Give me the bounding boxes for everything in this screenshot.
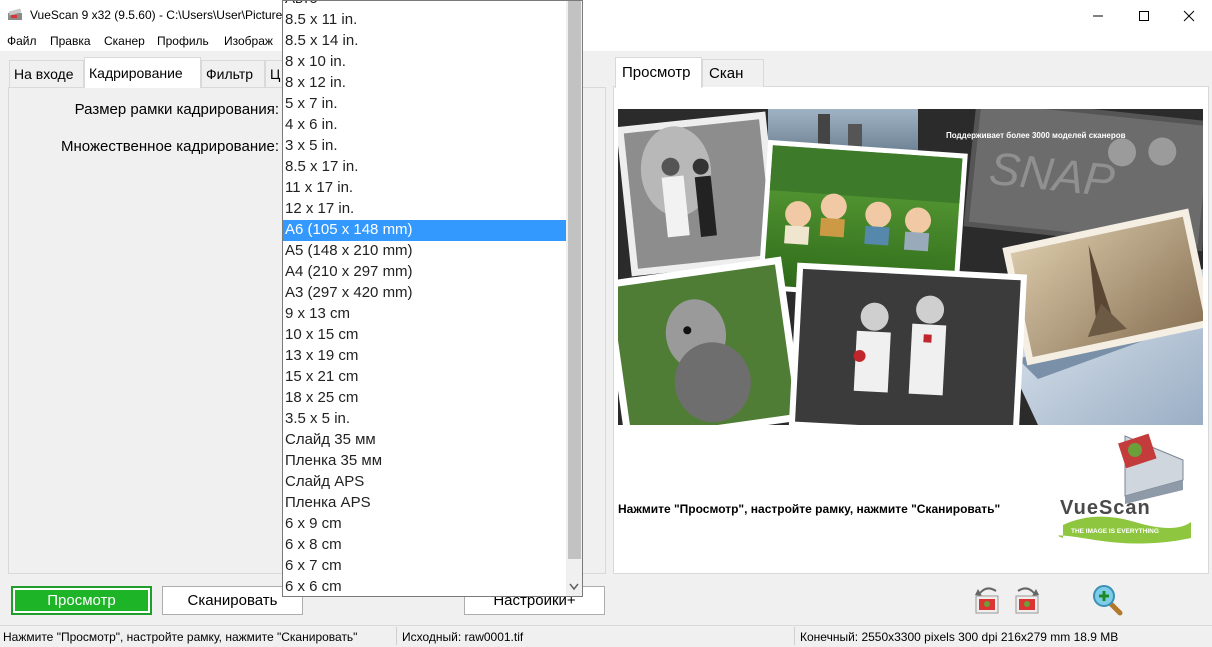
rotate-left-button[interactable] (972, 583, 1002, 615)
vuescan-logo-graphic: VueScan THE IMAGE IS EVERYTHING (1058, 433, 1191, 544)
tab-scan[interactable]: Скан (702, 59, 764, 87)
dropdown-option[interactable]: 8.5 x 11 in. (283, 10, 566, 31)
dropdown-option[interactable]: Пленка 35 мм (283, 451, 566, 472)
logo-wordmark: VueScan (1060, 497, 1151, 519)
scrollbar-thumb[interactable] (568, 1, 581, 559)
menu-profile[interactable]: Профиль (157, 34, 209, 48)
dropdown-option[interactable]: Пленка APS (283, 493, 566, 514)
vuescan-logo: VueScan THE IMAGE IS EVERYTHING (1055, 430, 1195, 548)
close-icon (1183, 10, 1195, 21)
dropdown-option[interactable]: 6 x 6 cm (283, 577, 566, 596)
dropdown-option[interactable]: A5 (148 x 210 mm) (283, 241, 566, 262)
close-button[interactable] (1166, 0, 1212, 31)
rotate-right-icon (1015, 587, 1039, 614)
dropdown-option[interactable]: A4 (210 x 297 mm) (283, 262, 566, 283)
dropdown-option[interactable]: 8 x 10 in. (283, 52, 566, 73)
dropdown-option[interactable]: 4 x 6 in. (283, 115, 566, 136)
scanner-support-banner: Поддерживает более 3000 моделей сканеров (946, 131, 1126, 140)
chevron-down-icon (569, 583, 579, 591)
dropdown-option[interactable]: 8.5 x 17 in. (283, 157, 566, 178)
scroll-down-arrow[interactable] (569, 579, 579, 594)
tab-crop[interactable]: Кадрирование (84, 57, 201, 88)
dropdown-option[interactable]: A3 (297 x 420 mm) (283, 283, 566, 304)
status-output-info: Конечный: 2550x3300 pixels 300 dpi 216x2… (800, 630, 1119, 644)
dropdown-option[interactable]: 3 x 5 in. (283, 136, 566, 157)
status-separator (794, 627, 795, 645)
dropdown-option[interactable]: 5 x 7 in. (283, 94, 566, 115)
crop-size-dropdown-list[interactable]: Авто 8.5 x 11 in. 8.5 x 14 in. 8 x 10 in… (282, 0, 583, 597)
dropdown-option[interactable]: 8.5 x 14 in. (283, 31, 566, 52)
zoom-in-button[interactable] (1090, 583, 1124, 617)
preview-button-label: Просмотр (15, 590, 148, 611)
dropdown-option[interactable]: Слайд APS (283, 472, 566, 493)
tab-filter[interactable]: Фильтр (201, 60, 265, 87)
menu-scanner[interactable]: Сканер (104, 34, 145, 48)
dropdown-option[interactable]: 6 x 9 cm (283, 514, 566, 535)
dropdown-option-selected[interactable]: A6 (105 x 148 mm) (283, 220, 566, 241)
dropdown-scrollbar[interactable] (566, 1, 582, 596)
dropdown-option[interactable]: 3.5 x 5 in. (283, 409, 566, 430)
dropdown-option[interactable]: 18 x 25 cm (283, 388, 566, 409)
status-source-file: Исходный: raw0001.tif (402, 630, 524, 644)
status-separator (396, 627, 397, 645)
dropdown-option[interactable]: 12 x 17 in. (283, 199, 566, 220)
minimize-icon (1093, 15, 1103, 16)
menu-edit[interactable]: Правка (50, 34, 91, 48)
rotate-right-button[interactable] (1012, 583, 1042, 615)
status-hint: Нажмите "Просмотр", настройте рамку, наж… (3, 630, 358, 644)
dropdown-option[interactable]: Слайд 35 мм (283, 430, 566, 451)
rotate-left-icon (975, 587, 999, 614)
dropdown-option[interactable]: 6 x 7 cm (283, 556, 566, 577)
zoom-in-icon (1093, 585, 1123, 616)
menu-image[interactable]: Изображ (224, 34, 273, 48)
logo-tagline: THE IMAGE IS EVERYTHING (1071, 528, 1159, 535)
dropdown-option[interactable]: 13 x 19 cm (283, 346, 566, 367)
preview-button[interactable]: Просмотр (11, 586, 152, 615)
preview-instruction: Нажмите "Просмотр", настройте рамку, наж… (618, 502, 1001, 516)
vuescan-app-icon[interactable] (7, 7, 23, 23)
dropdown-options: Авто 8.5 x 11 in. 8.5 x 14 in. 8 x 10 in… (283, 1, 566, 596)
window-title: VueScan 9 x32 (9.5.60) - C:\Users\User\P… (30, 8, 289, 22)
maximize-button[interactable] (1121, 0, 1167, 31)
dropdown-option[interactable]: 9 x 13 cm (283, 304, 566, 325)
dropdown-option[interactable]: 15 x 21 cm (283, 367, 566, 388)
multi-crop-label: Множественное кадрирование: (61, 138, 279, 155)
dropdown-option[interactable]: 10 x 15 cm (283, 325, 566, 346)
menu-file[interactable]: Файл (7, 34, 37, 48)
dropdown-option[interactable]: Авто (283, 1, 566, 10)
tab-input[interactable]: На входе (9, 60, 84, 87)
dropdown-option[interactable]: 11 x 17 in. (283, 178, 566, 199)
dropdown-option[interactable]: 8 x 12 in. (283, 73, 566, 94)
maximize-icon (1139, 10, 1149, 21)
preview-image[interactable]: SNAP Поддерживает более 3000 моделей ска… (618, 109, 1203, 425)
scanner-collage-image: SNAP Поддерживает более 3000 моделей ска… (618, 109, 1203, 425)
crop-size-label: Размер рамки кадрирования: (74, 101, 279, 118)
minimize-button[interactable] (1075, 0, 1121, 31)
tab-preview[interactable]: Просмотр (615, 57, 702, 88)
dropdown-option[interactable]: 6 x 8 cm (283, 535, 566, 556)
